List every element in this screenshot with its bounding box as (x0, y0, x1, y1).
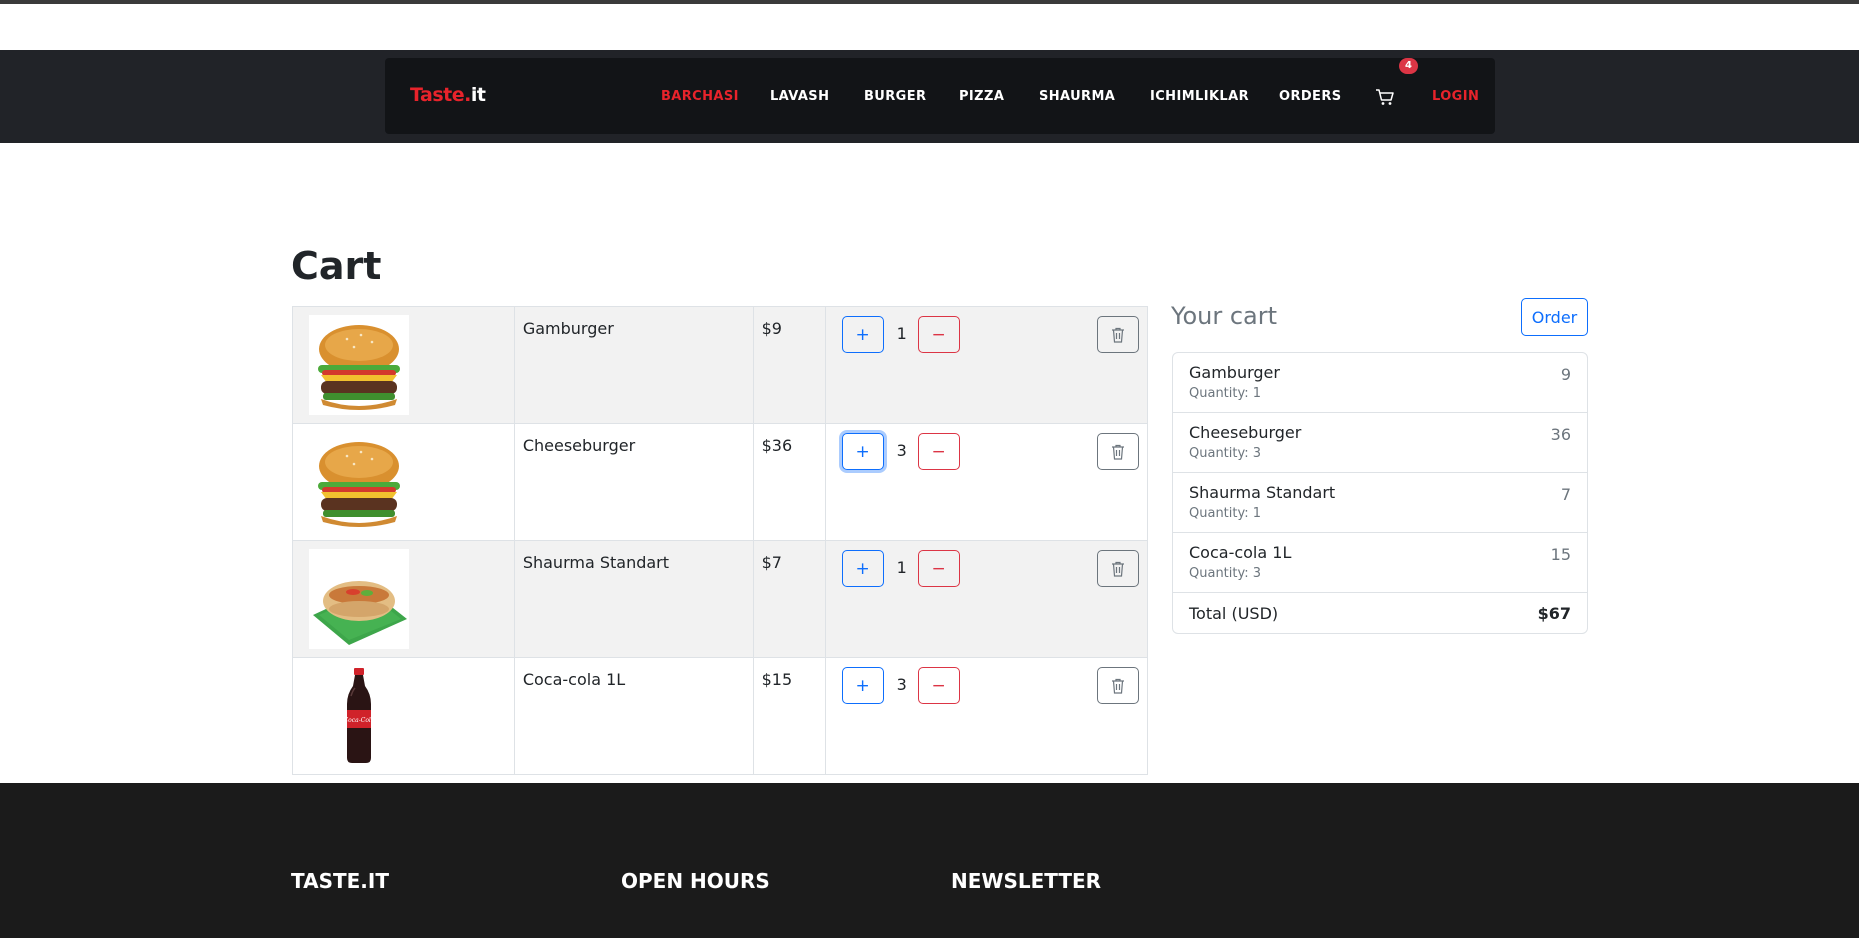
increase-quantity-button[interactable]: + (841, 316, 884, 353)
trash-icon (1112, 327, 1124, 343)
trash-icon (1112, 561, 1124, 577)
footer: TASTE.IT OPEN HOURS NEWSLETTER (0, 783, 1859, 938)
summary-item-value: 7 (1560, 485, 1571, 504)
table-row: Gamburger $9 + 1 − (292, 306, 1149, 424)
nav-item-lavash[interactable]: LAVASH (770, 89, 829, 104)
footer-heading-brand: TASTE.IT (291, 869, 389, 893)
brand-logo[interactable]: Taste.it (410, 84, 486, 106)
item-price: $7 (752, 540, 826, 658)
item-name: Shaurma Standart (513, 540, 754, 658)
nav-item-burger[interactable]: BURGER (864, 89, 926, 104)
item-price: $36 (752, 423, 826, 541)
cart-icon[interactable] (1375, 88, 1395, 106)
table-row: Cheeseburger $36 + 3 − (292, 423, 1149, 541)
table-row: Shaurma Standart $7 + 1 − (292, 540, 1149, 658)
nav-item-orders[interactable]: ORDERS (1279, 89, 1342, 104)
table-row: Coca-Cola Coca-cola 1L $15 + 3 − (292, 657, 1149, 775)
summary-item-value: 9 (1560, 365, 1571, 384)
cart-summary-list: Gamburger Quantity: 1 9 Cheeseburger Qua… (1172, 352, 1588, 634)
summary-total-row: Total (USD) $67 (1173, 593, 1587, 633)
nav-item-ichimliklar[interactable]: ICHIMLIKLAR (1150, 89, 1249, 104)
item-image-cell (292, 306, 515, 424)
nav-item-barchasi[interactable]: BARCHASI (661, 89, 739, 104)
summary-title: Your cart (1171, 302, 1278, 330)
item-image-cell (292, 423, 515, 541)
item-name: Gamburger (513, 306, 754, 424)
increase-quantity-button[interactable]: + (841, 667, 884, 704)
summary-item-name: Cheeseburger (1189, 423, 1302, 442)
delete-item-button[interactable] (1097, 667, 1139, 704)
delete-item-button[interactable] (1097, 550, 1139, 587)
header: Taste.it BARCHASI LAVASH BURGER PIZZA SH… (0, 50, 1859, 143)
item-image-cell (292, 540, 515, 658)
item-price: $15 (752, 657, 826, 775)
cola-bottle-image: Coca-Cola (309, 666, 409, 766)
decrease-quantity-button[interactable]: − (917, 667, 960, 704)
burger-image (309, 432, 409, 532)
delete-item-button[interactable] (1097, 316, 1139, 353)
summary-item-quantity: Quantity: 3 (1189, 566, 1262, 581)
list-item: Gamburger Quantity: 1 9 (1173, 353, 1587, 413)
cart-count-badge: 4 (1399, 58, 1418, 74)
increase-quantity-button[interactable]: + (841, 433, 884, 470)
page-title: Cart (291, 244, 382, 288)
decrease-quantity-button[interactable]: − (917, 316, 960, 353)
nav-item-shaurma[interactable]: SHAURMA (1039, 89, 1115, 104)
order-button[interactable]: Order (1521, 298, 1588, 336)
login-link[interactable]: LOGIN (1432, 89, 1479, 104)
quantity-value: 3 (896, 675, 907, 694)
total-label: Total (USD) (1189, 604, 1279, 623)
item-actions-cell: + 1 − (824, 306, 1149, 424)
svg-text:Coca-Cola: Coca-Cola (344, 717, 375, 724)
list-item: Cheeseburger Quantity: 3 36 (1173, 413, 1587, 473)
trash-icon (1112, 678, 1124, 694)
footer-heading-newsletter: NEWSLETTER (951, 869, 1102, 893)
shaurma-image (309, 549, 409, 649)
summary-item-quantity: Quantity: 1 (1189, 386, 1262, 401)
summary-item-name: Shaurma Standart (1189, 483, 1336, 502)
item-name: Cheeseburger (513, 423, 754, 541)
burger-image (309, 315, 409, 415)
nav-item-pizza[interactable]: PIZZA (959, 89, 1004, 104)
item-price: $9 (752, 306, 826, 424)
item-actions-cell: + 3 − (824, 657, 1149, 775)
delete-item-button[interactable] (1097, 433, 1139, 470)
brand-part-1: Taste. (410, 84, 471, 106)
decrease-quantity-button[interactable]: − (917, 550, 960, 587)
decrease-quantity-button[interactable]: − (917, 433, 960, 470)
trash-icon (1112, 444, 1124, 460)
quantity-value: 3 (896, 441, 907, 460)
quantity-value: 1 (896, 324, 907, 343)
item-name: Coca-cola 1L (513, 657, 754, 775)
item-actions-cell: + 1 − (824, 540, 1149, 658)
summary-item-name: Gamburger (1189, 363, 1280, 382)
summary-item-value: 15 (1550, 545, 1571, 564)
navbar: Taste.it BARCHASI LAVASH BURGER PIZZA SH… (385, 58, 1495, 134)
increase-quantity-button[interactable]: + (841, 550, 884, 587)
footer-heading-open-hours: OPEN HOURS (621, 869, 770, 893)
list-item: Coca-cola 1L Quantity: 3 15 (1173, 533, 1587, 593)
total-amount: $67 (1537, 604, 1571, 623)
summary-item-name: Coca-cola 1L (1189, 543, 1292, 562)
window-top-strip (0, 0, 1859, 4)
item-image-cell: Coca-Cola (292, 657, 515, 775)
cart-table: Gamburger $9 + 1 − Cheeseburger $36 + 3 … (292, 306, 1149, 775)
summary-item-quantity: Quantity: 3 (1189, 446, 1262, 461)
summary-item-value: 36 (1550, 425, 1571, 444)
summary-item-quantity: Quantity: 1 (1189, 506, 1262, 521)
list-item: Shaurma Standart Quantity: 1 7 (1173, 473, 1587, 533)
quantity-value: 1 (896, 558, 907, 577)
brand-part-2: it (470, 84, 486, 106)
item-actions-cell: + 3 − (824, 423, 1149, 541)
